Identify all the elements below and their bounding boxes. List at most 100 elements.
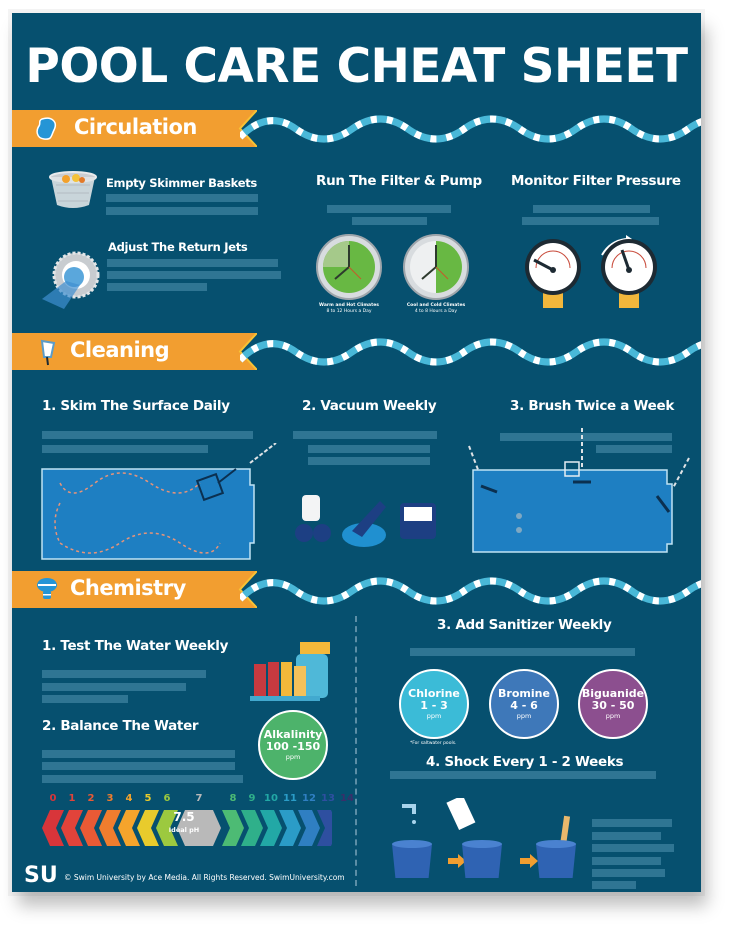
- text-placeholder: [308, 457, 430, 465]
- skimmer-basket-icon: [49, 171, 97, 208]
- ph-number: 2: [87, 793, 95, 804]
- pressure-gauge-icon: [601, 235, 657, 308]
- return-jet-icon: [42, 251, 100, 309]
- footer-copyright: © Swim University by Ace Media. All Righ…: [64, 873, 345, 882]
- text-placeholder: [592, 857, 661, 865]
- text-placeholder: [592, 819, 672, 827]
- item-title: Monitor Filter Pressure: [511, 173, 681, 189]
- pool-brush-diagram: [468, 428, 690, 553]
- text-placeholder: [42, 431, 253, 439]
- ph-chevron: [241, 810, 263, 846]
- alkalinity-badge: Alkalinity 100 -150 ppm: [258, 710, 328, 780]
- clock-caption: Warm and Hot Climates: [319, 303, 379, 308]
- item-title: 1. Skim The Surface Daily: [42, 398, 230, 414]
- text-placeholder: [107, 283, 207, 291]
- text-placeholder: [42, 775, 243, 783]
- ph-number: 7: [195, 793, 203, 804]
- skimmer-net-icon: [34, 339, 60, 366]
- ph-number: 12: [302, 793, 316, 804]
- badge-unit: ppm: [516, 712, 532, 720]
- text-placeholder: [308, 445, 430, 453]
- section-banner-chemistry: Chemistry: [12, 571, 257, 608]
- item-title: Run The Filter & Pump: [316, 173, 482, 189]
- pool-icon: [34, 116, 60, 142]
- bucket-steps-icon: [392, 798, 576, 878]
- sanitizer-note: *For saltwater pools.: [410, 741, 457, 746]
- text-placeholder: [352, 217, 427, 225]
- ph-number: 4: [125, 793, 133, 804]
- rope-divider: [240, 338, 701, 366]
- text-placeholder: [42, 670, 206, 678]
- text-placeholder: [106, 194, 258, 202]
- item-title: 2. Vacuum Weekly: [302, 398, 437, 414]
- ph-chevron: [118, 810, 140, 846]
- item-title: Empty Skimmer Baskets: [106, 176, 257, 190]
- clock-caption: Cool and Cold Climates: [406, 303, 466, 308]
- dashed-divider: [355, 616, 357, 886]
- text-placeholder: [592, 844, 674, 852]
- rope-divider: [240, 577, 701, 605]
- ideal-ph-value: 7.5: [173, 810, 195, 824]
- section-title-chemistry: Chemistry: [70, 576, 186, 600]
- ph-chevron: [99, 810, 121, 846]
- ph-number: 3: [106, 793, 114, 804]
- text-placeholder: [533, 205, 650, 213]
- section-banner-circulation: Circulation: [12, 110, 257, 147]
- ph-number: 14: [340, 793, 354, 804]
- text-placeholder: [107, 259, 278, 267]
- text-placeholder: [106, 207, 258, 215]
- clock-icon: [316, 234, 382, 300]
- badge-range: 30 - 50: [591, 699, 635, 712]
- text-placeholder: [410, 648, 635, 656]
- badge-range: 100 -150: [265, 740, 321, 753]
- chemical-floater-icon: [34, 577, 60, 603]
- badge-unit: ppm: [285, 753, 301, 761]
- pressure-gauge-icon: [525, 239, 581, 308]
- ph-number: 13: [321, 793, 335, 804]
- text-placeholder: [592, 832, 661, 840]
- swim-university-logo: SU: [24, 863, 58, 888]
- section-title-circulation: Circulation: [74, 115, 197, 139]
- item-title: 1. Test The Water Weekly: [42, 638, 229, 654]
- pool-skim-diagram: [41, 443, 277, 560]
- ph-chevron: [80, 810, 102, 846]
- sanitizer-badge-bromine: Bromine 4 - 6 ppm: [489, 669, 559, 739]
- ph-number: 6: [163, 793, 171, 804]
- ph-number: 5: [144, 793, 152, 804]
- item-title: 2. Balance The Water: [42, 718, 199, 734]
- section-title-cleaning: Cleaning: [70, 338, 170, 362]
- ph-number: 1: [68, 793, 76, 804]
- text-placeholder: [42, 750, 235, 758]
- ph-chevron: [61, 810, 83, 846]
- clock-detail: 8 to 12 Hours a Day: [326, 309, 372, 314]
- item-title: 3. Add Sanitizer Weekly: [437, 617, 612, 633]
- ideal-ph-label: Ideal pH: [168, 826, 200, 834]
- badge-range: 4 - 6: [510, 699, 538, 712]
- text-placeholder: [42, 762, 235, 770]
- test-strips-icon: [250, 642, 330, 701]
- ph-chevron: [42, 810, 64, 846]
- text-placeholder: [327, 205, 451, 213]
- text-placeholder: [390, 771, 656, 779]
- text-placeholder: [592, 869, 665, 877]
- rope-divider: [240, 115, 701, 143]
- ph-chevron: [137, 810, 159, 846]
- page-title: POOL CARE CHEAT SHEET: [25, 39, 688, 94]
- badge-unit: ppm: [605, 712, 621, 720]
- pool-vacuum-icons: [295, 495, 436, 547]
- ph-chevron: [279, 810, 301, 846]
- text-placeholder: [42, 695, 128, 703]
- item-title: Adjust The Return Jets: [108, 240, 248, 254]
- text-placeholder: [592, 881, 636, 889]
- item-title: 4. Shock Every 1 - 2 Weeks: [426, 754, 624, 770]
- text-placeholder: [293, 431, 437, 439]
- clock-detail: 4 to 8 Hours a Day: [414, 309, 458, 314]
- ph-number: 10: [264, 793, 278, 804]
- ph-number: 8: [229, 793, 237, 804]
- item-title: 3. Brush Twice a Week: [510, 398, 675, 414]
- ph-number: 0: [49, 793, 57, 804]
- badge-unit: ppm: [426, 712, 442, 720]
- ph-chevron: [260, 810, 282, 846]
- ph-number: 11: [283, 793, 297, 804]
- sanitizer-badge-chlorine: Chlorine 1 - 3 ppm: [399, 669, 469, 739]
